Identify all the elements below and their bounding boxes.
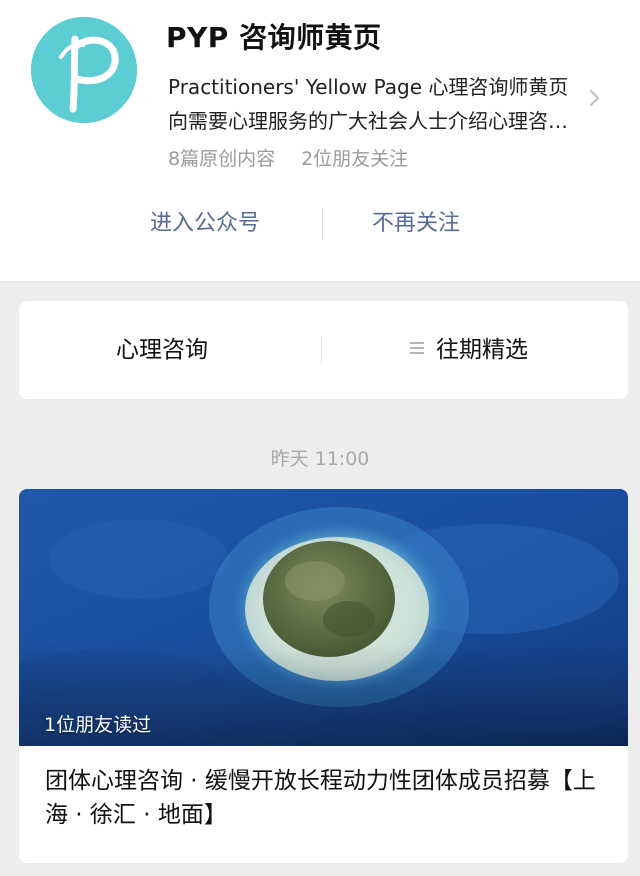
article-title[interactable]: 团体心理咨询 · 缓慢开放长程动力性团体成员招募【上海 · 徐汇 · 地面】 [45, 764, 605, 832]
menu-item-label: 心理咨询 [116, 337, 208, 363]
account-menu-bar: 心理咨询 往期精选 [19, 301, 628, 399]
account-profile-card: PYP 咨询师黄页 Practitioners' Yellow Page 心理咨… [0, 0, 640, 281]
island-aerial-image [19, 489, 628, 746]
account-logo-image [31, 17, 137, 123]
menu-divider [321, 337, 322, 363]
friends-read-count: 1位朋友读过 [44, 714, 152, 736]
friends-following: 2位朋友关注 [301, 148, 409, 170]
account-name: PYP 咨询师黄页 [166, 21, 382, 54]
menu-lines-icon [410, 342, 424, 355]
chevron-right-icon[interactable] [586, 88, 604, 108]
unfollow-button[interactable]: 不再关注 [372, 196, 460, 252]
enter-account-button[interactable]: 进入公众号 [150, 196, 260, 252]
account-actions: 进入公众号 不再关注 [0, 196, 640, 252]
actions-divider [322, 208, 323, 240]
menu-item-counseling[interactable]: 心理咨询 [116, 301, 208, 399]
account-logo[interactable] [31, 17, 137, 123]
menu-item-past-selections[interactable]: 往期精选 [410, 301, 528, 399]
menu-item-label: 往期精选 [436, 337, 528, 363]
article-card[interactable]: 1位朋友读过 团体心理咨询 · 缓慢开放长程动力性团体成员招募【上海 · 徐汇 … [19, 489, 628, 863]
message-timestamp: 昨天 11:00 [270, 448, 370, 470]
article-cover-image[interactable]: 1位朋友读过 [19, 489, 628, 746]
account-description[interactable]: Practitioners' Yellow Page 心理咨询师黄页 向需要心理… [168, 70, 580, 138]
account-stats: 8篇原创内容 2位朋友关注 [168, 144, 408, 171]
original-count: 8篇原创内容 [168, 148, 276, 170]
